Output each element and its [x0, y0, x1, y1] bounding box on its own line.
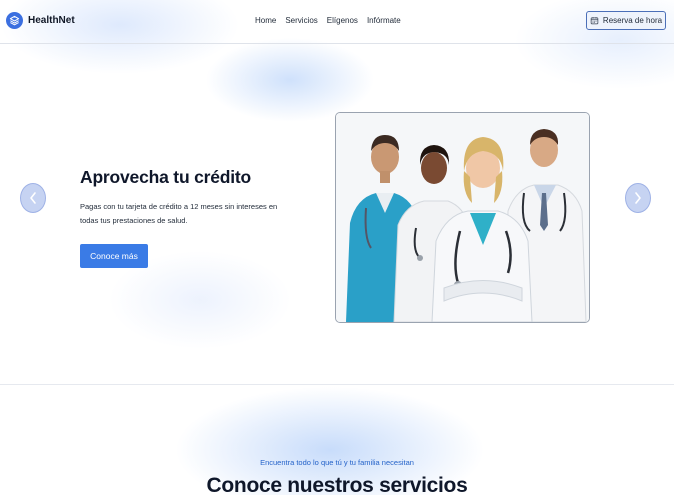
section-divider	[0, 384, 674, 385]
carousel-prev-button[interactable]	[20, 183, 46, 213]
top-navbar: HealthNet Home Servicios Elígenos Infórm…	[0, 0, 674, 44]
hero-description: Pagas con tu tarjeta de crédito a 12 mes…	[80, 202, 278, 225]
hero-title: Aprovecha tu crédito	[80, 167, 252, 187]
chevron-left-icon	[30, 192, 36, 204]
nav-item-home[interactable]: Home	[255, 16, 276, 25]
hero-image-doctors	[335, 112, 590, 323]
services-kicker: Encuentra todo lo que tú y tu familia ne…	[260, 458, 414, 467]
reserve-label: Reserva de hora	[602, 16, 663, 25]
nav-item-informate[interactable]: Infórmate	[367, 16, 401, 25]
layers-icon	[6, 12, 23, 29]
calendar-icon	[590, 17, 599, 25]
learn-more-button[interactable]: Conoce más	[80, 244, 148, 268]
main-nav: Home Servicios Elígenos Infórmate	[255, 16, 410, 25]
reserve-appointment-button[interactable]: Reserva de hora	[586, 11, 666, 30]
nav-item-servicios[interactable]: Servicios	[285, 16, 317, 25]
services-title: Conoce nuestros servicios	[206, 474, 468, 497]
brand[interactable]: HealthNet	[6, 12, 75, 29]
nav-item-eligenos[interactable]: Elígenos	[327, 16, 358, 25]
chevron-right-icon	[635, 192, 641, 204]
carousel-next-button[interactable]	[625, 183, 651, 213]
brand-name: HealthNet	[28, 15, 75, 26]
